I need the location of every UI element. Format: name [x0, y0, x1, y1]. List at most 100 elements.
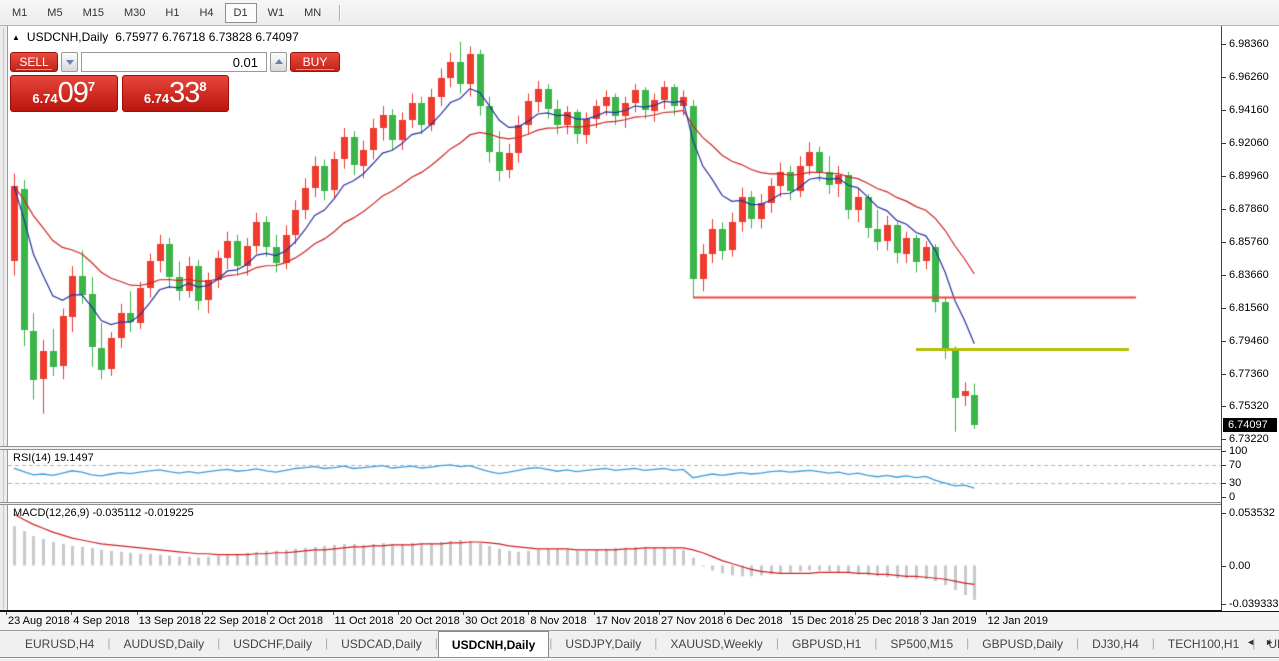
- tab-scroll-left-icon[interactable]: ◄: [1246, 637, 1255, 647]
- time-axis-label: 12 Jan 2019: [988, 615, 1049, 627]
- time-axis-label: 23 Aug 2018: [8, 615, 70, 627]
- time-axis[interactable]: 23 Aug 20184 Sep 2018 13 Sep 201822 Sep 2…: [0, 612, 1279, 631]
- buy-price-button[interactable]: 6.74 33 8: [122, 75, 230, 112]
- price-axis-label: 6.94160: [1229, 104, 1269, 116]
- time-axis-label: 3 Jan 2019: [922, 615, 976, 627]
- macd-chart-canvas[interactable]: [8, 505, 1222, 610]
- symbol-tab-dj30[interactable]: DJ30,H4: [1079, 631, 1152, 657]
- symbol-tab-gbpusd[interactable]: GBPUSD,Daily: [969, 631, 1076, 657]
- time-axis-label: 17 Nov 2018: [596, 615, 658, 627]
- macd-label: MACD(12,26,9) -0.035112 -0.019225: [13, 507, 194, 519]
- axis-tick: [1222, 275, 1226, 276]
- time-axis-label: 22 Sep 2018: [204, 615, 266, 627]
- sell-price-button[interactable]: 6.74 09 7: [10, 75, 118, 112]
- time-axis-label: 25 Dec 2018: [857, 615, 919, 627]
- axis-tick: [1222, 341, 1226, 342]
- timeframe-button-d1[interactable]: D1: [225, 3, 257, 23]
- time-axis-label: 20 Oct 2018: [400, 615, 460, 627]
- timeframe-toolbar: M1M5M15M30H1H4D1W1MN: [0, 0, 1279, 26]
- axis-tick: [1222, 604, 1226, 605]
- price-axis-label: 6.89960: [1229, 170, 1269, 182]
- axis-tick: [1222, 497, 1226, 498]
- axis-tick: [1222, 143, 1226, 144]
- axis-tick: [1222, 439, 1226, 440]
- lot-size-input[interactable]: [81, 52, 267, 72]
- sell-button[interactable]: SELL: [10, 52, 58, 72]
- price-axis-label: 6.79460: [1229, 335, 1269, 347]
- symbol-tab-usdjpy[interactable]: USDJPY,Daily: [552, 631, 654, 657]
- tab-scroll-arrows: ◄ ►: [1246, 637, 1274, 647]
- price-axis-label: 6.96260: [1229, 71, 1269, 83]
- timeframe-button-m1[interactable]: M1: [3, 3, 36, 23]
- price-axis-label: 6.73220: [1229, 433, 1269, 445]
- symbol-tab-bar: EURUSD,H4|AUDUSD,Daily|USDCHF,Daily|USDC…: [0, 631, 1279, 658]
- timeframe-button-m30[interactable]: M30: [115, 3, 154, 23]
- symbol-tab-xauusd[interactable]: XAUUSD,Weekly: [657, 631, 775, 657]
- axis-tick: [1222, 513, 1226, 514]
- time-axis-tick: [920, 612, 921, 615]
- price-axis-label: 6.77360: [1229, 368, 1269, 380]
- lot-increase-button[interactable]: [270, 52, 287, 72]
- time-axis-label: 2 Oct 2018: [269, 615, 323, 627]
- chart-ohlc-values: 6.75977 6.76718 6.73828 6.74097: [115, 30, 299, 44]
- axis-tick: [1222, 308, 1226, 309]
- timeframe-button-m15[interactable]: M15: [74, 3, 113, 23]
- price-axis-label: 6.75320: [1229, 400, 1269, 412]
- axis-tick: [1222, 110, 1226, 111]
- time-axis-tick: [267, 612, 268, 615]
- price-axis[interactable]: 6.74097 6.983606.962606.941606.920606.89…: [1221, 26, 1279, 611]
- time-axis-label: 6 Dec 2018: [726, 615, 782, 627]
- window-splitter[interactable]: [0, 26, 8, 611]
- symbol-tab-gbpusd[interactable]: GBPUSD,H1: [779, 631, 874, 657]
- buy-button[interactable]: BUY: [290, 52, 340, 72]
- price-axis-label: 6.81560: [1229, 302, 1269, 314]
- rsi-axis-label: 70: [1229, 459, 1241, 471]
- axis-tick: [1222, 209, 1226, 210]
- time-axis-label: 4 Sep 2018: [73, 615, 129, 627]
- chart-title: ▲ USDCNH,Daily 6.75977 6.76718 6.73828 6…: [12, 30, 299, 44]
- time-axis-tick: [790, 612, 791, 615]
- timeframe-button-mn[interactable]: MN: [295, 3, 330, 23]
- collapse-triangle-icon[interactable]: ▲: [12, 33, 20, 42]
- symbol-tab-usdchf[interactable]: USDCHF,Daily: [220, 631, 325, 657]
- time-axis-tick: [71, 612, 72, 615]
- axis-tick: [1222, 242, 1226, 243]
- symbol-tab-eurusd[interactable]: EURUSD,H4: [12, 631, 107, 657]
- rsi-label: RSI(14) 19.1497: [13, 452, 94, 464]
- symbol-tab-tech100[interactable]: TECH100,H1: [1155, 631, 1252, 657]
- spin-down-icon: [66, 60, 74, 65]
- splitter-groove: [3, 28, 4, 609]
- macd-axis-label: -0.039333: [1229, 598, 1279, 610]
- lot-decrease-button[interactable]: [61, 52, 78, 72]
- symbol-tab-usdcnh[interactable]: USDCNH,Daily: [438, 631, 549, 657]
- axis-tick: [1222, 77, 1226, 78]
- macd-axis-label: 0.00: [1229, 560, 1250, 572]
- axis-tick: [1222, 451, 1226, 452]
- time-axis-tick: [137, 612, 138, 615]
- time-axis-tick: [724, 612, 725, 615]
- timeframe-button-h4[interactable]: H4: [190, 3, 222, 23]
- axis-tick: [1222, 44, 1226, 45]
- symbol-tab-sp500[interactable]: SP500,M15: [877, 631, 966, 657]
- rsi-chart-canvas[interactable]: [8, 450, 1222, 502]
- symbol-tab-usdcad[interactable]: USDCAD,Daily: [328, 631, 435, 657]
- price-axis-label: 6.87860: [1229, 203, 1269, 215]
- rsi-panel[interactable]: RSI(14) 19.1497: [8, 450, 1222, 502]
- chart-symbol-period: USDCNH,Daily: [27, 30, 108, 44]
- timeframe-button-h1[interactable]: H1: [156, 3, 188, 23]
- rsi-axis-label: 30: [1229, 477, 1241, 489]
- time-axis-label: 15 Dec 2018: [792, 615, 854, 627]
- ask-base: 6.74: [144, 91, 169, 106]
- spin-up-icon: [275, 59, 283, 64]
- symbol-tab-audusd[interactable]: AUDUSD,Daily: [110, 631, 217, 657]
- macd-panel[interactable]: MACD(12,26,9) -0.035112 -0.019225: [8, 505, 1222, 610]
- timeframe-button-w1[interactable]: W1: [259, 3, 294, 23]
- time-axis-label: 13 Sep 2018: [139, 615, 201, 627]
- bid-base: 6.74: [32, 91, 57, 106]
- axis-tick: [1222, 566, 1226, 567]
- one-click-trading-widget: SELL BUY 6.74 09 7 6.74 33 8: [10, 52, 229, 112]
- current-price-badge: 6.74097: [1223, 418, 1277, 432]
- time-axis-tick: [333, 612, 334, 615]
- timeframe-button-m5[interactable]: M5: [38, 3, 71, 23]
- tab-scroll-right-icon[interactable]: ►: [1265, 637, 1274, 647]
